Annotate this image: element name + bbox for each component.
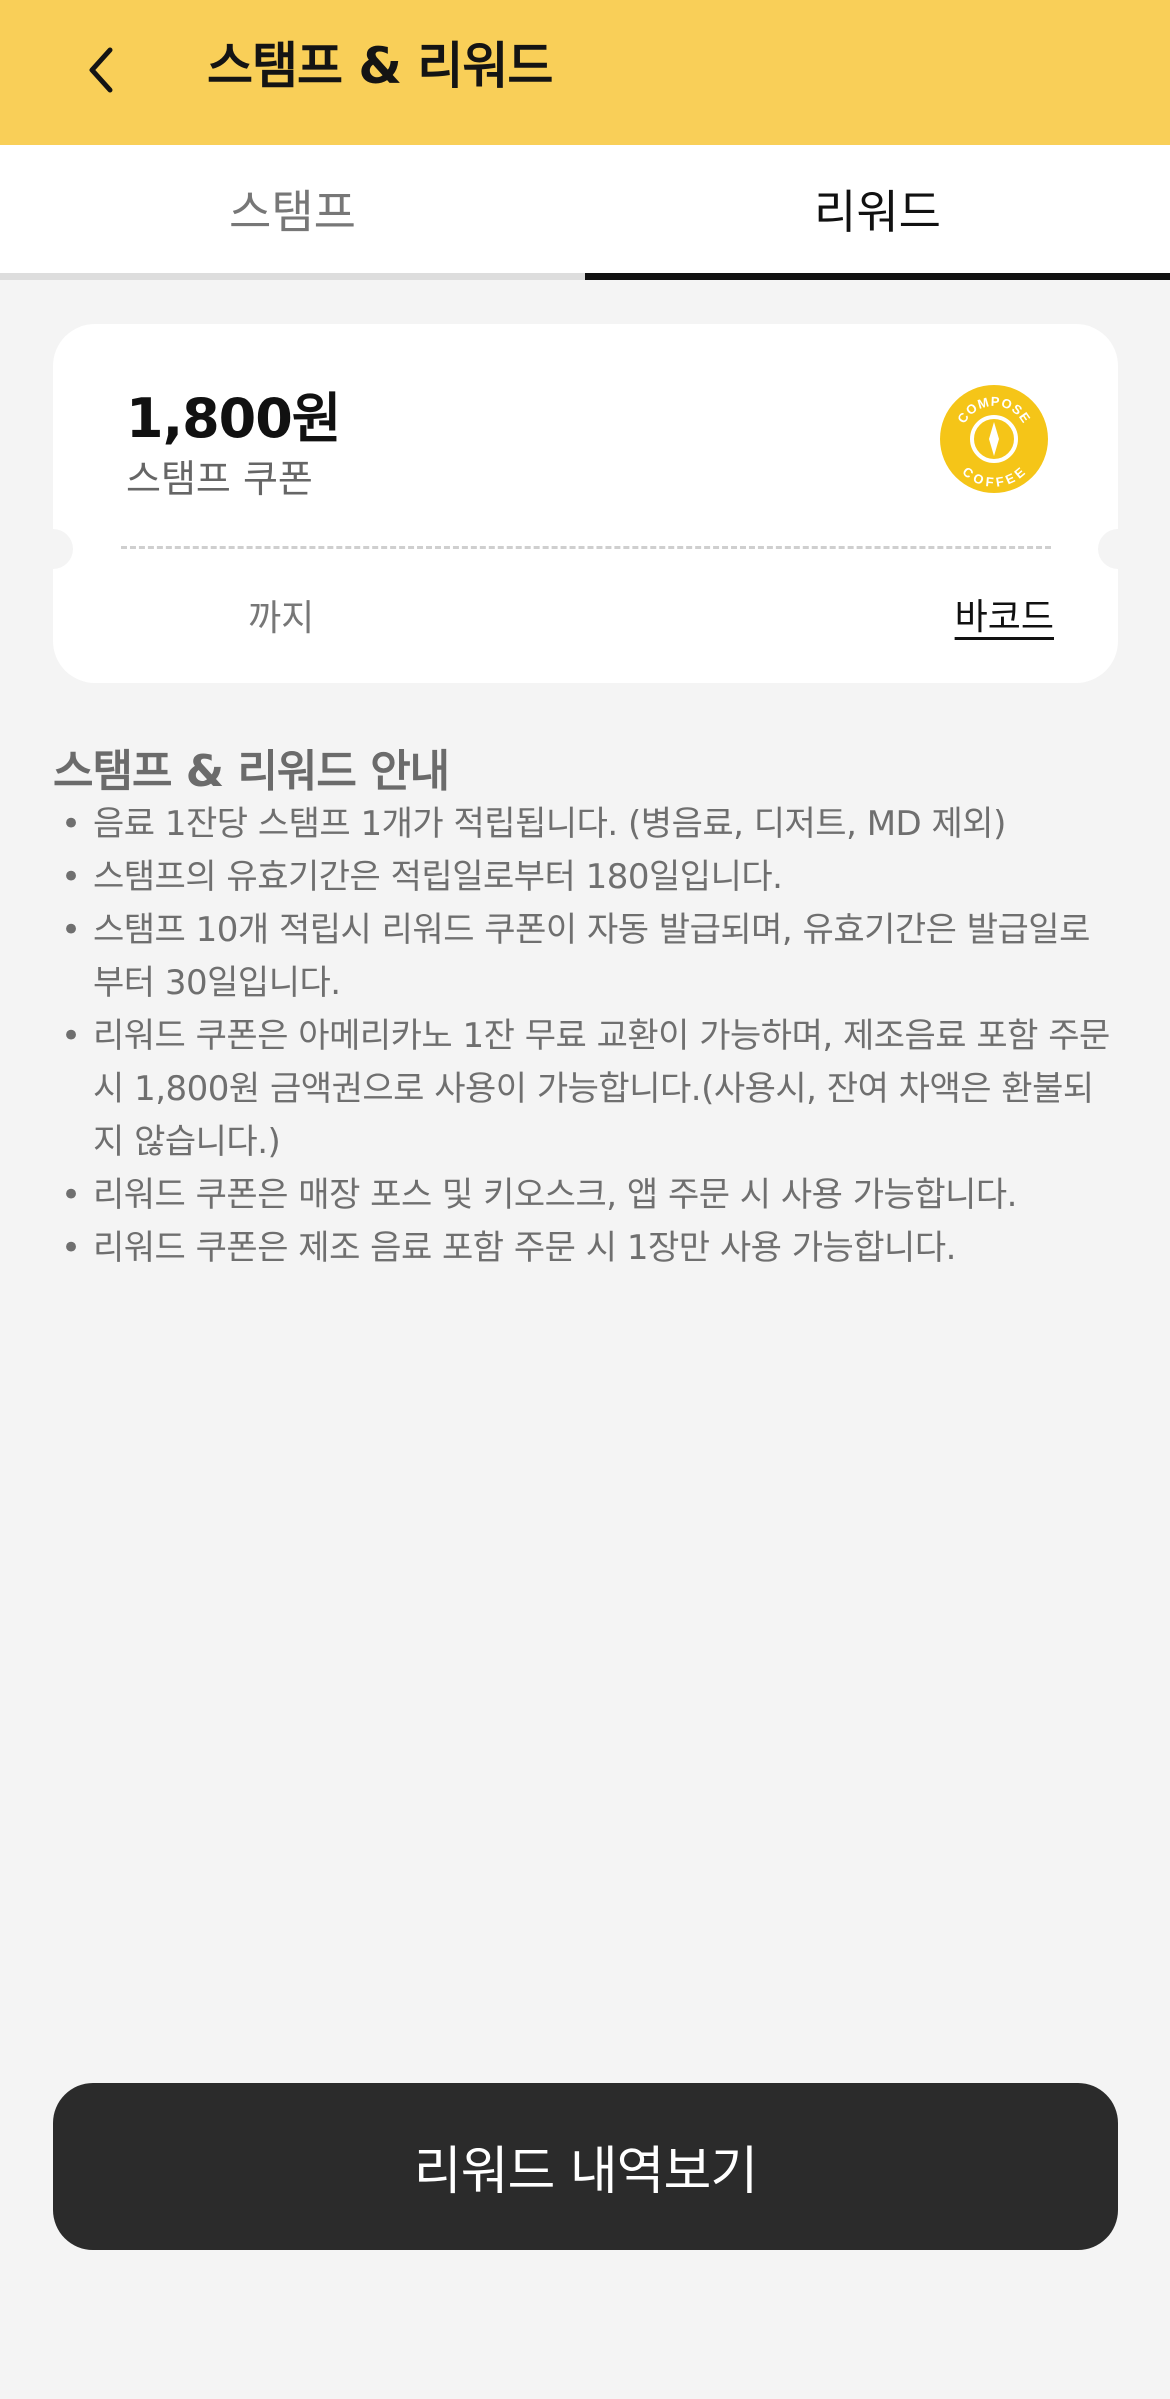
guide-item: • 음료 1잔당 스탬프 1개가 적립됩니다. (병음료, 디저트, MD 제외) (53, 798, 1118, 851)
guide-item-text: 리워드 쿠폰은 아메리카노 1잔 무료 교환이 가능하며, 제조음료 포함 주문… (93, 1016, 1110, 1162)
guide-item: • 스탬프의 유효기간은 적립일로부터 180일입니다. (53, 851, 1118, 904)
guide-item: • 리워드 쿠폰은 제조 음료 포함 주문 시 1장만 사용 가능합니다. (53, 1222, 1118, 1275)
guide-item: • 리워드 쿠폰은 매장 포스 및 키오스크, 앱 주문 시 사용 가능합니다. (53, 1169, 1118, 1222)
coupon-divider (121, 546, 1051, 549)
reward-coupon-card[interactable]: 1,800원 스탬프 쿠폰 COMPOSE COFFEE 까지 바코드 (53, 324, 1118, 683)
bullet: • (61, 1016, 81, 1056)
app-header: 스탬프 & 리워드 (0, 0, 1170, 145)
bullet: • (61, 804, 81, 844)
bullet: • (61, 910, 81, 950)
reward-history-button[interactable]: 리워드 내역보기 (53, 2083, 1118, 2250)
back-button[interactable] (60, 30, 140, 110)
guide-list: • 음료 1잔당 스탬프 1개가 적립됩니다. (병음료, 디저트, MD 제외)… (53, 798, 1118, 1275)
guide-item-text: 음료 1잔당 스탬프 1개가 적립됩니다. (병음료, 디저트, MD 제외) (93, 804, 1006, 844)
tab-stamp[interactable]: 스탬프 (0, 145, 585, 280)
coupon-name: 스탬프 쿠폰 (126, 457, 313, 501)
tab-bar: 스탬프 리워드 (0, 145, 1170, 280)
coupon-amount: 1,800원 (126, 387, 341, 450)
page-title: 스탬프 & 리워드 (207, 37, 553, 95)
bullet: • (61, 857, 81, 897)
chevron-left-icon (89, 47, 113, 93)
guide-item: • 스탬프 10개 적립시 리워드 쿠폰이 자동 발급되며, 유효기간은 발급일로… (53, 904, 1118, 1010)
coupon-expiry: 까지 (248, 598, 315, 639)
guide-title: 스탬프 & 리워드 안내 (53, 746, 450, 797)
coupon-notch-right (1098, 529, 1118, 569)
compose-coffee-logo: COMPOSE COFFEE (940, 385, 1048, 493)
guide-item-text: 스탬프의 유효기간은 적립일로부터 180일입니다. (93, 857, 783, 897)
bullet: • (61, 1228, 81, 1268)
bullet: • (61, 1175, 81, 1215)
guide-item: • 리워드 쿠폰은 아메리카노 1잔 무료 교환이 가능하며, 제조음료 포함 주… (53, 1010, 1118, 1169)
guide-item-text: 리워드 쿠폰은 제조 음료 포함 주문 시 1장만 사용 가능합니다. (93, 1228, 956, 1268)
guide-item-text: 리워드 쿠폰은 매장 포스 및 키오스크, 앱 주문 시 사용 가능합니다. (93, 1175, 1017, 1215)
tab-reward[interactable]: 리워드 (585, 145, 1170, 280)
barcode-link[interactable]: 바코드 (955, 588, 1054, 640)
guide-item-text: 스탬프 10개 적립시 리워드 쿠폰이 자동 발급되며, 유효기간은 발급일로부… (93, 910, 1090, 1003)
coupon-notch-left (53, 529, 73, 569)
